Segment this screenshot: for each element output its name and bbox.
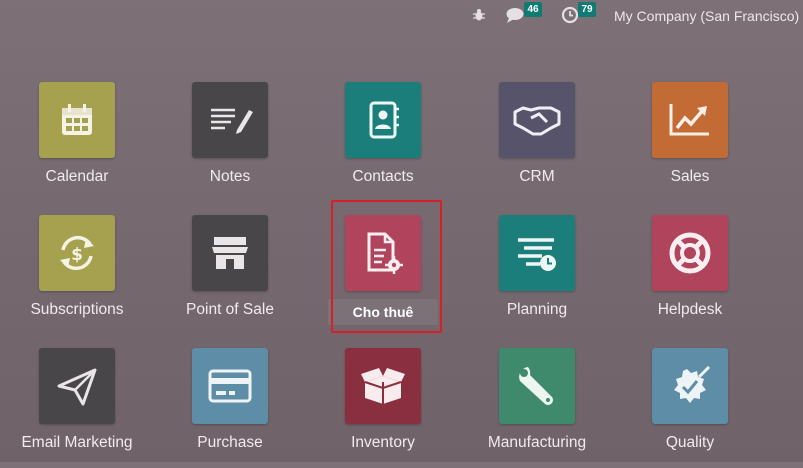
chat-icon[interactable] (505, 6, 525, 26)
app-notes[interactable]: Notes (155, 82, 305, 202)
app-label: Point of Sale (186, 301, 274, 318)
app-calendar[interactable]: Calendar (2, 82, 152, 202)
wrench-icon (499, 348, 575, 424)
app-point-of-sale[interactable]: Point of Sale (155, 215, 305, 335)
app-label: Email Marketing (21, 434, 133, 451)
app-label: Sales (670, 168, 710, 185)
app-contacts[interactable]: Contacts (308, 82, 458, 202)
app-label: CRM (519, 168, 555, 185)
quality-badge-icon (652, 348, 728, 424)
app-crm[interactable]: CRM (462, 82, 612, 202)
app-label: Planning (506, 301, 568, 318)
app-purchase[interactable]: Purchase (155, 348, 305, 468)
app-email-marketing[interactable]: Email Marketing (2, 348, 152, 468)
app-rental[interactable]: Cho thuê (308, 215, 458, 335)
app-helpdesk[interactable]: Helpdesk (615, 215, 765, 335)
contacts-icon (345, 82, 421, 158)
activities-count-badge[interactable]: 79 (578, 2, 596, 17)
planning-icon (499, 215, 575, 291)
svg-text:$: $ (71, 245, 83, 265)
app-label: Manufacturing (487, 434, 587, 451)
app-label: Calendar (45, 168, 109, 185)
app-label: Notes (209, 168, 251, 185)
lifebuoy-icon (652, 215, 728, 291)
app-label-selected: Cho thuê (328, 299, 438, 325)
app-label: Helpdesk (657, 301, 723, 318)
credit-card-icon (192, 348, 268, 424)
box-icon (345, 348, 421, 424)
app-label: Quality (665, 434, 715, 451)
app-manufacturing[interactable]: Manufacturing (462, 348, 612, 468)
app-inventory[interactable]: Inventory (308, 348, 458, 468)
chart-icon (652, 82, 728, 158)
bug-icon[interactable] (472, 8, 486, 28)
app-subscriptions[interactable]: $ Subscriptions (2, 215, 152, 335)
app-label: Inventory (351, 434, 415, 451)
top-navbar: 46 79 My Company (San Francisco) (0, 0, 803, 32)
app-label: Contacts (352, 168, 414, 185)
app-label: Subscriptions (30, 301, 124, 318)
handshake-icon (499, 82, 575, 158)
app-sales[interactable]: Sales (615, 82, 765, 202)
store-icon (192, 215, 268, 291)
company-switcher[interactable]: My Company (San Francisco) (614, 8, 799, 24)
messages-count-badge[interactable]: 46 (524, 2, 542, 17)
subscriptions-icon: $ (39, 215, 115, 291)
clock-icon[interactable] (561, 6, 579, 26)
app-quality[interactable]: Quality (615, 348, 765, 468)
notes-icon (192, 82, 268, 158)
app-planning[interactable]: Planning (462, 215, 612, 335)
calendar-icon (39, 82, 115, 158)
app-label: Purchase (197, 434, 263, 451)
paper-plane-icon (39, 348, 115, 424)
rental-document-gear-icon (345, 215, 421, 291)
